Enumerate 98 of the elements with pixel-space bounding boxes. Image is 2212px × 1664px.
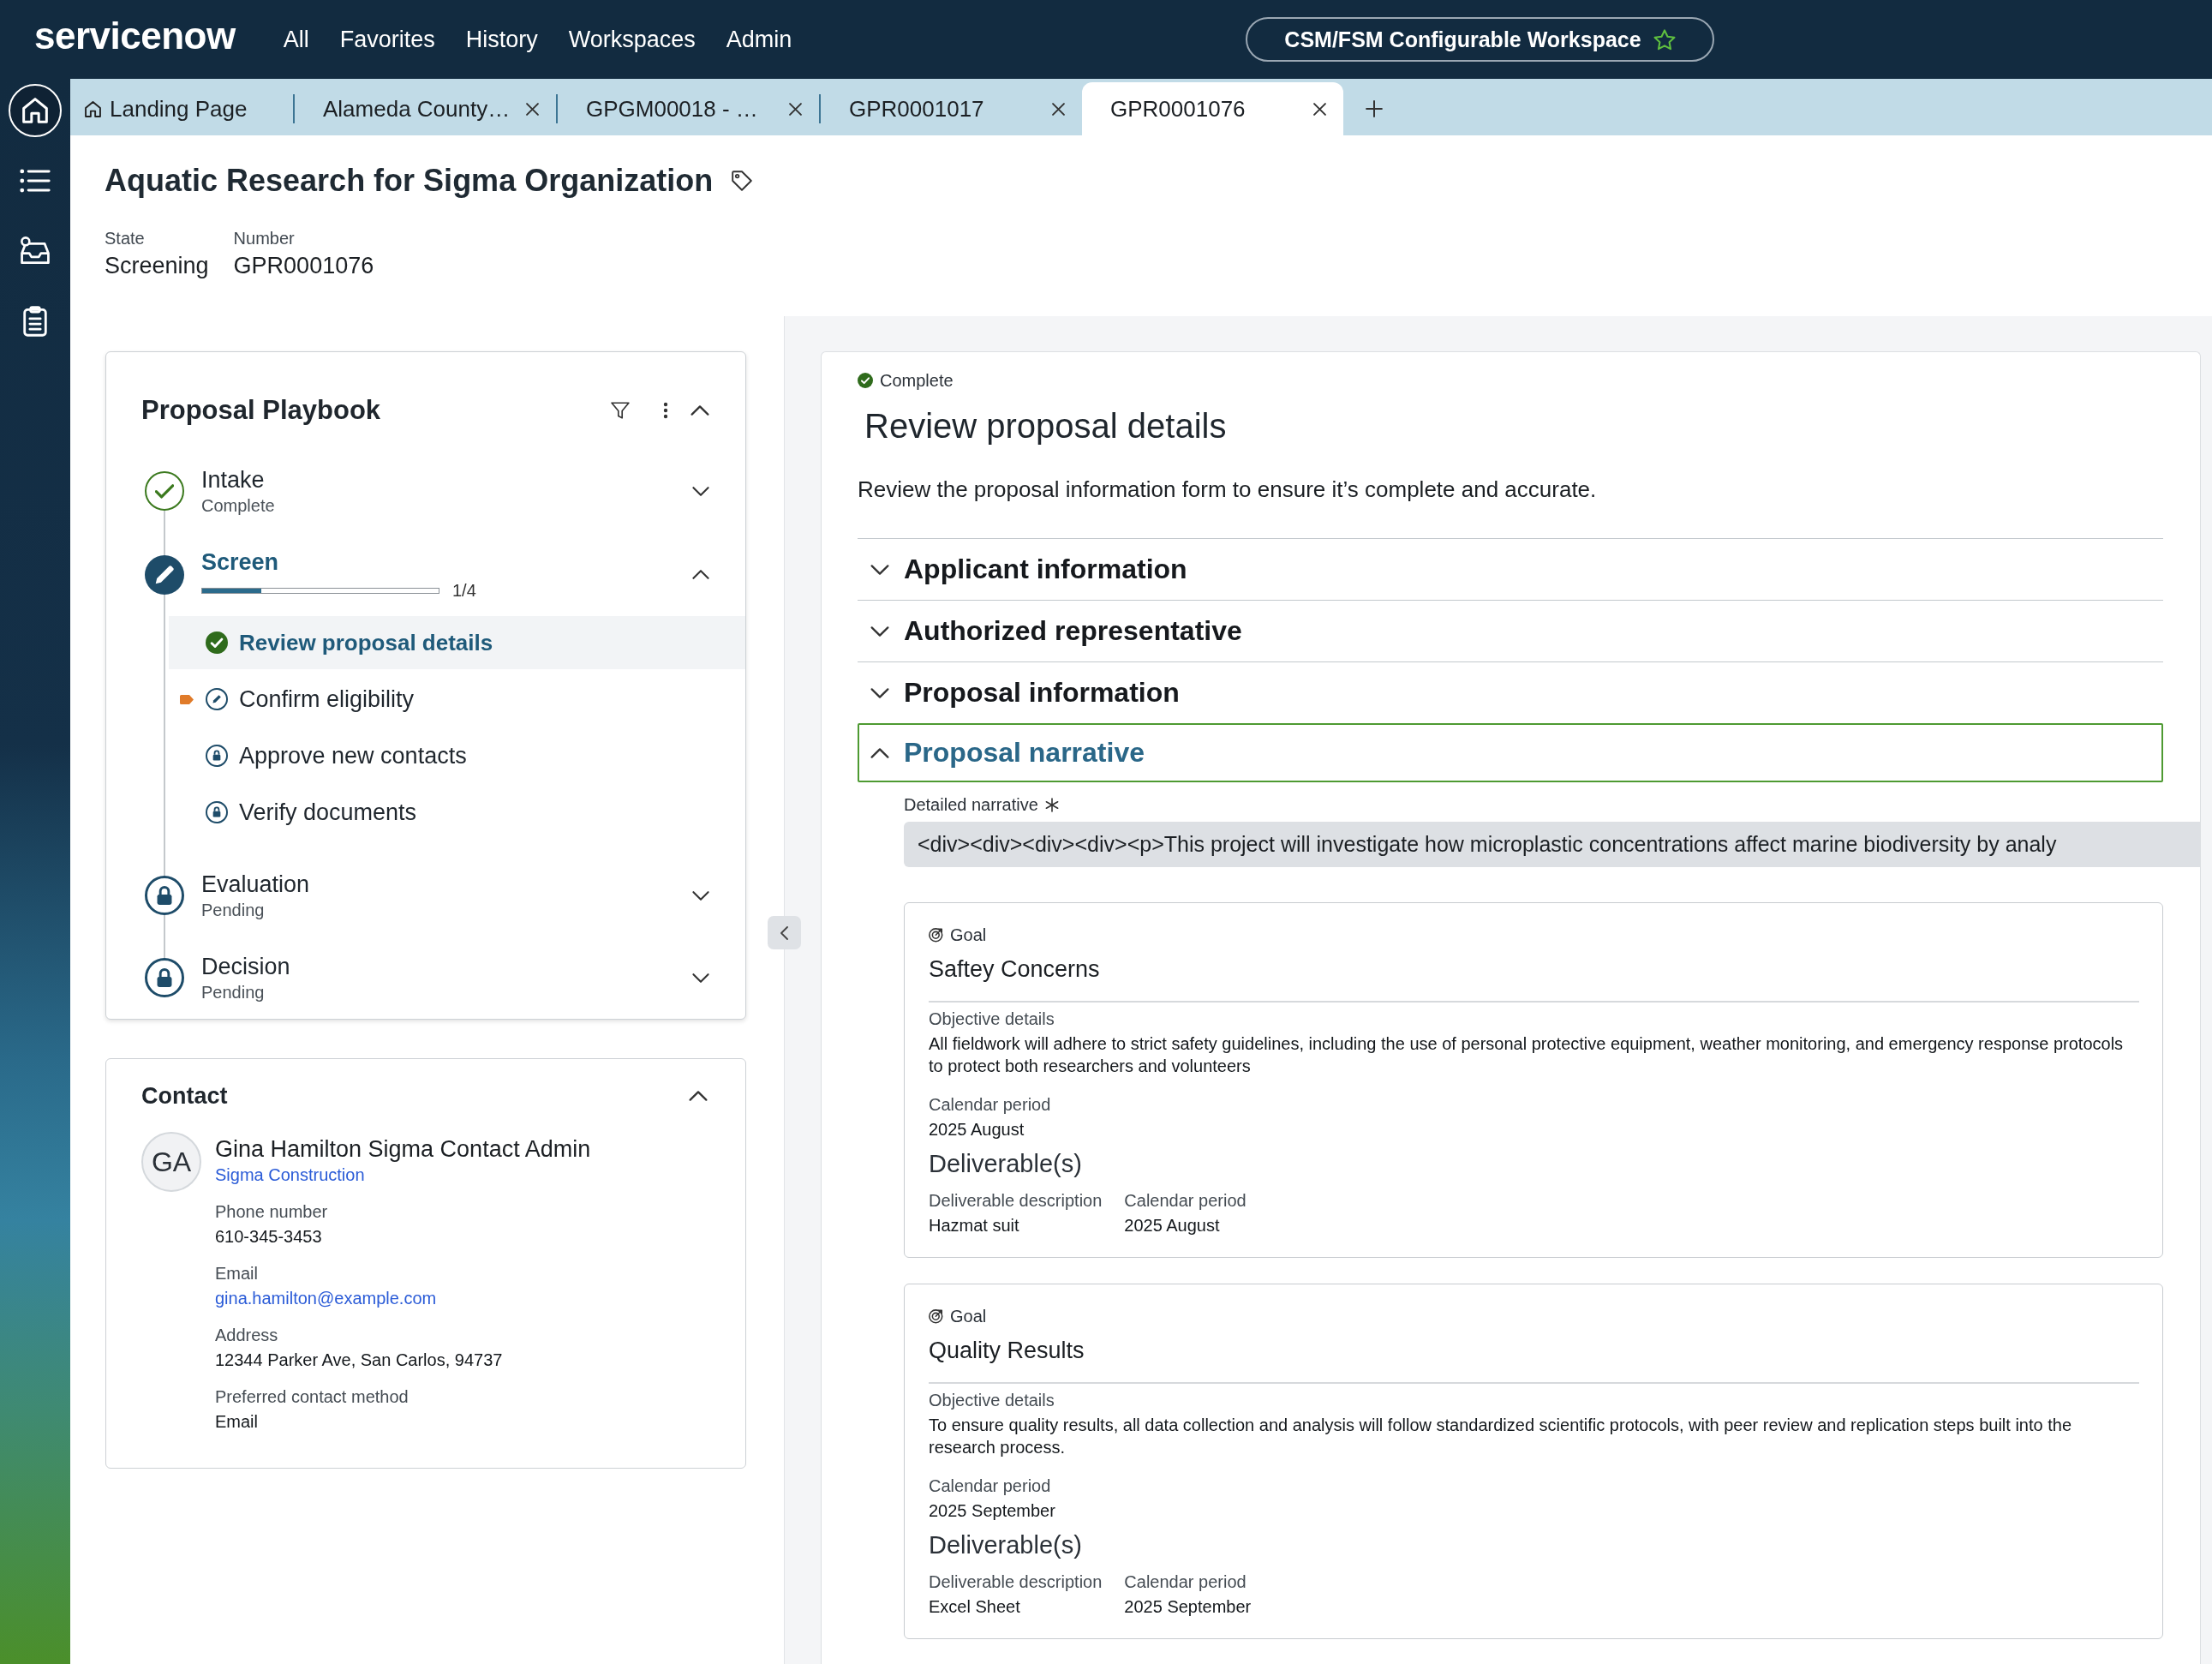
chevron-up-icon[interactable] (689, 1091, 708, 1101)
activity-item[interactable]: Verify documents (169, 786, 745, 839)
menu-item[interactable]: Workspaces (568, 25, 696, 54)
field-label: Objective details (929, 1390, 1055, 1411)
field-value: 2025 August (929, 1119, 1025, 1140)
target-icon (929, 927, 943, 943)
field-value: 12344 Parker Ave, San Carlos, 94737 (215, 1350, 503, 1371)
field-value: All fieldwork will adhere to strict safety guidelines, including the use of personal protective equipment, weather monitoring, and emergency response protocols to protect both researchers and volunteers (929, 1033, 2125, 1077)
field-label: Email (215, 1263, 259, 1284)
activity-item[interactable]: Confirm eligibility (169, 673, 745, 726)
column-header: Calendar period (1124, 1571, 1247, 1593)
collapse-button[interactable] (768, 916, 801, 949)
chevron-down-icon (870, 625, 889, 637)
column-header: Calendar period (1124, 1190, 1246, 1212)
stage-status: Pending (201, 982, 266, 1003)
deliverables-heading: Deliverable(s) (929, 1149, 1083, 1179)
field-label: State (105, 228, 146, 248)
star-icon[interactable] (1653, 28, 1676, 51)
home-icon (85, 100, 101, 117)
field-label: Number (233, 228, 296, 248)
goal-title: Saftey Concerns (929, 955, 1101, 984)
activity-item[interactable]: Approve new contacts (169, 729, 745, 782)
stage-name[interactable]: Screen (201, 548, 692, 577)
stage-status: Pending (201, 900, 266, 921)
stage-name[interactable]: Evaluation (201, 870, 692, 899)
chevron-down-icon (870, 687, 889, 698)
field-value: 610-345-3453 (215, 1226, 323, 1248)
activity-description: Review the proposal information form to ensure it’s complete and accurate. (858, 476, 1598, 504)
field-value: 2025 September (929, 1500, 1056, 1522)
close-icon[interactable] (526, 102, 539, 116)
column-header: Deliverable description (929, 1571, 1103, 1593)
field-value: Email (215, 1411, 259, 1433)
more-icon[interactable] (663, 402, 668, 419)
field-label: Objective details (929, 1009, 1055, 1030)
tab[interactable]: GPR0001017 (821, 82, 1082, 135)
section-header[interactable]: Proposal narrative (858, 723, 2163, 782)
deliverables-heading: Deliverable(s) (929, 1530, 1083, 1560)
menu-item[interactable]: Admin (726, 25, 792, 54)
menu-item[interactable]: Favorites (339, 25, 435, 54)
column-header: Deliverable description (929, 1190, 1103, 1212)
logo[interactable]: servicenow (34, 15, 236, 57)
status-label: Complete (880, 370, 954, 391)
chevron-up-icon[interactable] (691, 405, 709, 416)
tag-icon[interactable] (732, 171, 753, 191)
chevron-down-icon[interactable] (692, 486, 709, 496)
stage-name[interactable]: Decision (201, 952, 692, 981)
chevron-up-icon[interactable] (692, 570, 709, 579)
chevron-left-icon (780, 925, 788, 940)
field-label: Calendar period (929, 1475, 1052, 1497)
field-label: Phone number (215, 1201, 328, 1223)
chevron-down-icon (870, 564, 889, 575)
field-label: Detailed narrative (904, 794, 1038, 815)
goal-label: Goal (950, 925, 987, 945)
record-title: Aquatic Research for Sigma Organization (105, 162, 714, 200)
card-title: Contact (141, 1082, 229, 1110)
contact-name: Gina Hamilton Sigma Contact Admin (215, 1135, 591, 1164)
progress-reading: 1/4 (452, 580, 476, 601)
filter-icon[interactable] (611, 402, 630, 419)
chevron-up-icon (870, 747, 889, 758)
tab[interactable]: Landing Page (70, 82, 293, 135)
field-label: Calendar period (929, 1094, 1052, 1116)
tab[interactable]: GPGM00018 - … (558, 82, 819, 135)
section-header[interactable]: Applicant information (858, 538, 2163, 600)
close-icon[interactable] (1052, 102, 1065, 116)
target-icon (929, 1308, 943, 1324)
section-header[interactable]: Proposal information (858, 661, 2163, 723)
activity-title: Review proposal details (864, 406, 1228, 446)
narrative-field[interactable]: <div><div><div><div><p>This project will investigate how microplastic concentrations affect marine biodiversity by analy (904, 822, 2200, 867)
field-value: GPR0001076 (233, 252, 374, 280)
contact-link[interactable]: gina.hamilton@example.com (215, 1287, 437, 1309)
table-cell-text: Excel Sheet (929, 1596, 1021, 1618)
section-header[interactable]: Authorized representative (858, 600, 2163, 661)
field-value: Screening (105, 252, 209, 280)
close-icon[interactable] (789, 102, 802, 116)
tab[interactable]: GPR0001076 (1082, 82, 1343, 135)
menu-item[interactable]: History (465, 25, 538, 54)
stage-name[interactable]: Intake (201, 465, 692, 494)
field-value: To ensure quality results, all data collection and analysis will follow standardized scientific protocols, with peer review and replication steps built into the research process. (929, 1415, 2073, 1458)
table-cell-text: 2025 September (1124, 1596, 1252, 1618)
activity-item[interactable]: Review proposal details (169, 616, 745, 669)
tab[interactable]: Alameda County… (295, 82, 556, 135)
field-label: Preferred contact method (215, 1386, 409, 1408)
goal-title: Quality Results (929, 1337, 1085, 1365)
workspace-button[interactable]: CSM/FSM Configurable Workspace (1246, 17, 1714, 62)
chevron-down-icon[interactable] (692, 890, 709, 901)
add-tab-icon[interactable] (1366, 100, 1383, 117)
close-icon[interactable] (1313, 102, 1326, 116)
table-cell-text: 2025 August (1124, 1215, 1221, 1236)
table-cell-text: Hazmat suit (929, 1215, 1020, 1236)
chevron-down-icon[interactable] (692, 973, 709, 983)
company-link[interactable]: Sigma Construction (215, 1164, 365, 1186)
menu-item[interactable]: All (283, 25, 309, 54)
stage-status: Complete (201, 495, 276, 517)
field-label: Address (215, 1325, 279, 1346)
card-title: Proposal Playbook (141, 394, 382, 427)
goal-label: Goal (950, 1306, 987, 1326)
avatar: GA (141, 1132, 201, 1192)
inbox-icon[interactable] (20, 236, 51, 266)
